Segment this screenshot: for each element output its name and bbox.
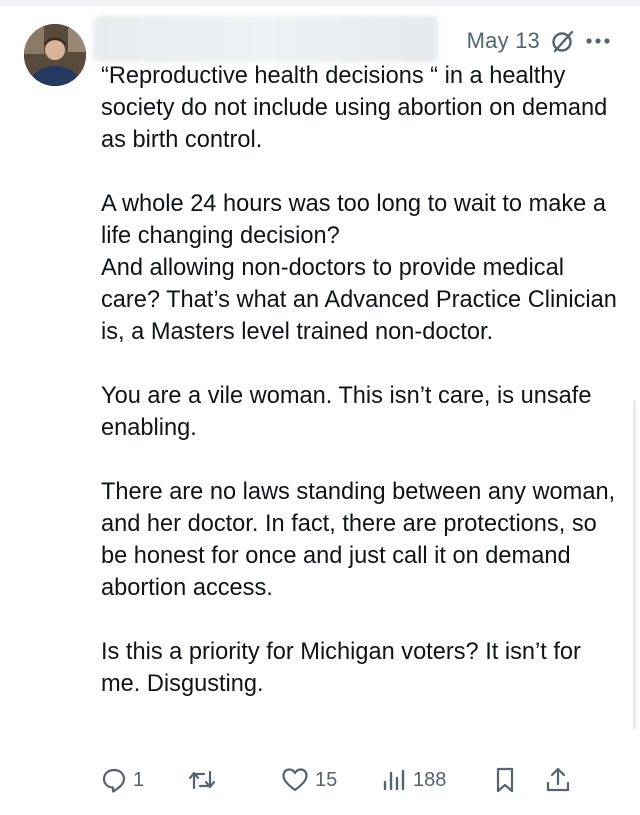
views-icon [381,767,407,793]
avatar[interactable] [24,24,86,86]
avatar-image [24,24,86,86]
action-bar: 1 15 188 [101,762,611,798]
tweet-paragraph-1: “Reproductive health decisions “ in a he… [101,63,608,153]
like-icon [281,767,309,793]
tweet-paragraph-3: You are a vile woman. This isn’t care, i… [101,383,592,441]
share-icon [545,766,571,794]
reply-count: 1 [133,768,145,791]
reply-button[interactable]: 1 [101,767,187,793]
tweet: May 13 “Reproductive health decisions “ … [0,0,640,815]
tweet-paragraph-2: A whole 24 hours was too long to wait to… [101,191,617,345]
retweet-icon [187,767,217,793]
scrollbar[interactable] [633,400,636,730]
bookmark-button[interactable] [493,766,545,794]
retweet-button[interactable] [187,767,281,793]
tweet-body: “Reproductive health decisions “ in a he… [101,60,621,700]
more-options-icon[interactable] [586,37,610,45]
tweet-paragraph-4: There are no laws standing between any w… [101,479,616,601]
views-button[interactable]: 188 [381,767,493,793]
bookmark-icon [493,766,517,794]
grok-slash-icon[interactable] [550,28,576,54]
tweet-meta: May 13 [467,26,610,56]
share-button[interactable] [545,766,575,794]
top-divider [0,0,640,6]
tweet-date[interactable]: May 13 [467,28,540,54]
like-button[interactable]: 15 [281,767,381,793]
like-count: 15 [315,768,338,791]
redacted-username [93,16,438,62]
tweet-paragraph-5: Is this a priority for Michigan voters? … [101,639,581,697]
view-count: 188 [413,768,447,791]
reply-icon [101,767,127,793]
